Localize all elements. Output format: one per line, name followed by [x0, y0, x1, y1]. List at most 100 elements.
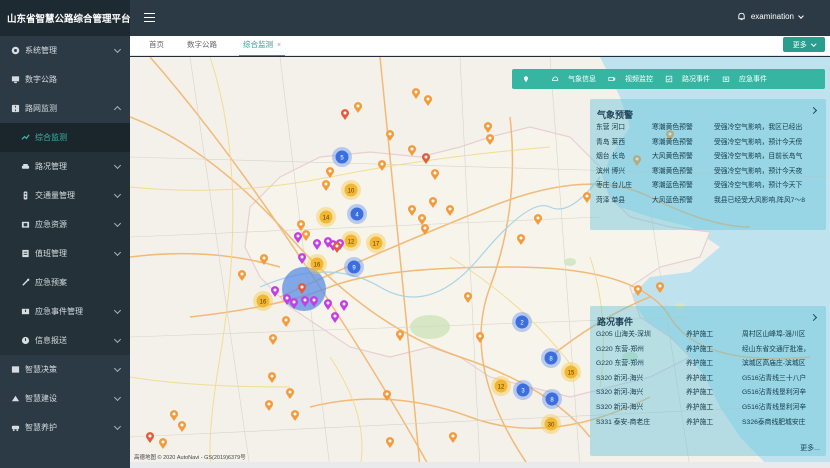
map-marker[interactable]: [396, 330, 404, 341]
map-cluster[interactable]: 2: [512, 312, 532, 332]
map-marker[interactable]: [159, 438, 167, 449]
map-marker[interactable]: [421, 224, 429, 235]
map-marker[interactable]: [354, 102, 362, 113]
map-marker[interactable]: [283, 294, 291, 305]
map-marker[interactable]: [313, 239, 321, 250]
menu-toggle-icon[interactable]: [144, 13, 155, 22]
road-event-row[interactable]: S320 新河-海兴 养护施工 G516沾青线三十八户: [596, 372, 826, 385]
map-marker[interactable]: [418, 214, 426, 225]
chevron-right-icon[interactable]: [809, 106, 818, 115]
map-marker[interactable]: [464, 292, 472, 303]
road-event-row[interactable]: G205 山海关-深圳 养护施工 周村区山峰埠-淄川区: [596, 328, 826, 341]
map-marker[interactable]: [424, 95, 433, 106]
map-marker[interactable]: [421, 153, 430, 164]
sidebar-item-road-monitor[interactable]: 路网监测: [0, 94, 130, 123]
map-marker[interactable]: [260, 254, 268, 265]
map-marker[interactable]: [517, 234, 525, 245]
sidebar-item-emergency-plan[interactable]: 应急预案: [0, 268, 130, 297]
map-marker[interactable]: [290, 298, 298, 309]
map-marker[interactable]: [476, 332, 484, 343]
map-marker[interactable]: [408, 205, 417, 216]
map-marker[interactable]: [340, 300, 348, 311]
sidebar-item-smart-decision[interactable]: 智慧决策: [0, 355, 130, 384]
location-icon[interactable]: [522, 75, 539, 83]
weather-alert-row[interactable]: 滨州 博兴 寒潮黄色预警 受强冷空气影响，预计今天夜: [596, 165, 822, 178]
map-marker[interactable]: [238, 270, 246, 281]
map-marker[interactable]: [310, 296, 318, 307]
map-marker[interactable]: [378, 160, 386, 171]
map-cluster[interactable]: 3: [513, 380, 533, 400]
map-cluster[interactable]: 8: [542, 389, 562, 409]
category-weather[interactable]: 气象信息: [551, 74, 596, 84]
map-marker[interactable]: [301, 296, 309, 307]
map-cluster[interactable]: 16: [253, 291, 273, 311]
tab-digital-road[interactable]: 数字公路: [183, 36, 221, 56]
sidebar-item-overview[interactable]: 综合监测: [0, 123, 130, 152]
map-marker[interactable]: [326, 167, 334, 178]
map-marker[interactable]: [412, 88, 420, 99]
map-cluster[interactable]: 30: [541, 414, 561, 434]
sidebar-item-road-condition[interactable]: 路况管理: [0, 152, 130, 181]
category-emergency[interactable]: 应急事件: [722, 74, 767, 84]
weather-alert-row[interactable]: 青岛 莱西 寒潮黄色预警 受强冷空气影响，预计今天傍: [596, 136, 822, 149]
map-cluster[interactable]: 10: [341, 180, 361, 200]
map-marker[interactable]: [324, 299, 332, 310]
map-marker[interactable]: [291, 410, 299, 421]
map-marker[interactable]: [386, 437, 394, 448]
map-marker[interactable]: [322, 180, 330, 191]
map-cluster[interactable]: 9: [344, 257, 364, 277]
map-marker[interactable]: [294, 232, 302, 243]
chevron-right-icon[interactable]: [809, 313, 818, 322]
map-cluster[interactable]: 4: [347, 204, 367, 224]
map-cluster[interactable]: 14: [316, 207, 336, 227]
category-road-event[interactable]: 路况事件: [665, 74, 710, 84]
map-marker[interactable]: [298, 253, 306, 264]
map-cluster[interactable]: 12: [341, 231, 361, 251]
road-event-row[interactable]: S331 泰安-商老庄 养护施工 S326泰商线肥城安庄: [596, 416, 826, 429]
caret-down-icon[interactable]: [798, 12, 804, 19]
map-marker[interactable]: [383, 390, 391, 401]
more-button[interactable]: 更多: [783, 37, 825, 52]
map-marker[interactable]: [298, 283, 306, 294]
weather-alert-row[interactable]: 烟台 长岛 大风黄色预警 受强冷空气影响，目前长岛气: [596, 150, 822, 163]
map-marker[interactable]: [333, 242, 341, 253]
sidebar-item-duty[interactable]: 值班管理: [0, 239, 130, 268]
map-marker[interactable]: [408, 145, 417, 156]
map-marker[interactable]: [146, 432, 154, 443]
map-marker[interactable]: [269, 334, 277, 345]
map-marker[interactable]: [634, 285, 642, 296]
road-event-row[interactable]: S320 新河-海兴 养护施工 G516沾青线垦利河辛: [596, 401, 826, 414]
weather-alert-row[interactable]: 菏泽 单县 大风蓝色预警 我县已经受大风影响,阵风7～8: [596, 194, 822, 207]
map-cluster[interactable]: 12: [491, 376, 511, 396]
map-marker[interactable]: [302, 230, 310, 241]
map-marker[interactable]: [446, 205, 455, 216]
map-cluster[interactable]: 16: [307, 254, 327, 274]
category-video[interactable]: 视频监控: [608, 74, 653, 84]
sidebar-item-system[interactable]: 系统管理: [0, 36, 130, 65]
map-marker[interactable]: [448, 432, 457, 443]
more-link[interactable]: 更多...: [800, 443, 820, 453]
map-marker[interactable]: [341, 109, 349, 120]
map-marker[interactable]: [331, 312, 339, 323]
sidebar-item-traffic-volume[interactable]: 交通量管理: [0, 181, 130, 210]
weather-alert-row[interactable]: 东营 河口 寒潮黄色预警 受强冷空气影响，我区已经出: [596, 121, 822, 134]
username[interactable]: examination: [751, 12, 794, 21]
map-marker[interactable]: [271, 286, 279, 297]
map-marker[interactable]: [297, 220, 305, 231]
map-marker[interactable]: [534, 214, 542, 225]
map-marker[interactable]: [282, 316, 290, 327]
map-cluster[interactable]: 5: [332, 147, 352, 167]
map-marker[interactable]: [265, 400, 273, 411]
road-event-row[interactable]: S320 新河-海兴 养护施工 G516沾青线垦利河辛: [596, 386, 826, 399]
sidebar-item-smart-maintain[interactable]: 智慧养护: [0, 413, 130, 442]
close-icon[interactable]: ×: [277, 42, 281, 49]
sidebar-item-report[interactable]: 信息报送: [0, 326, 130, 355]
sidebar-item-emergency-event[interactable]: 应急事件管理: [0, 297, 130, 326]
map-cluster[interactable]: 17: [366, 233, 386, 253]
bell-icon[interactable]: [737, 12, 746, 21]
map-marker[interactable]: [386, 130, 394, 141]
weather-alert-row[interactable]: 枣庄 台儿庄 寒潮蓝色预警 受强冷空气影响，预计今天下: [596, 179, 822, 192]
map-cluster[interactable]: 15: [561, 362, 581, 382]
road-event-row[interactable]: G220 东营-郑州 养护施工 滨城区高庙庄-滨城区: [596, 357, 826, 370]
map-cluster[interactable]: 8: [541, 348, 561, 368]
